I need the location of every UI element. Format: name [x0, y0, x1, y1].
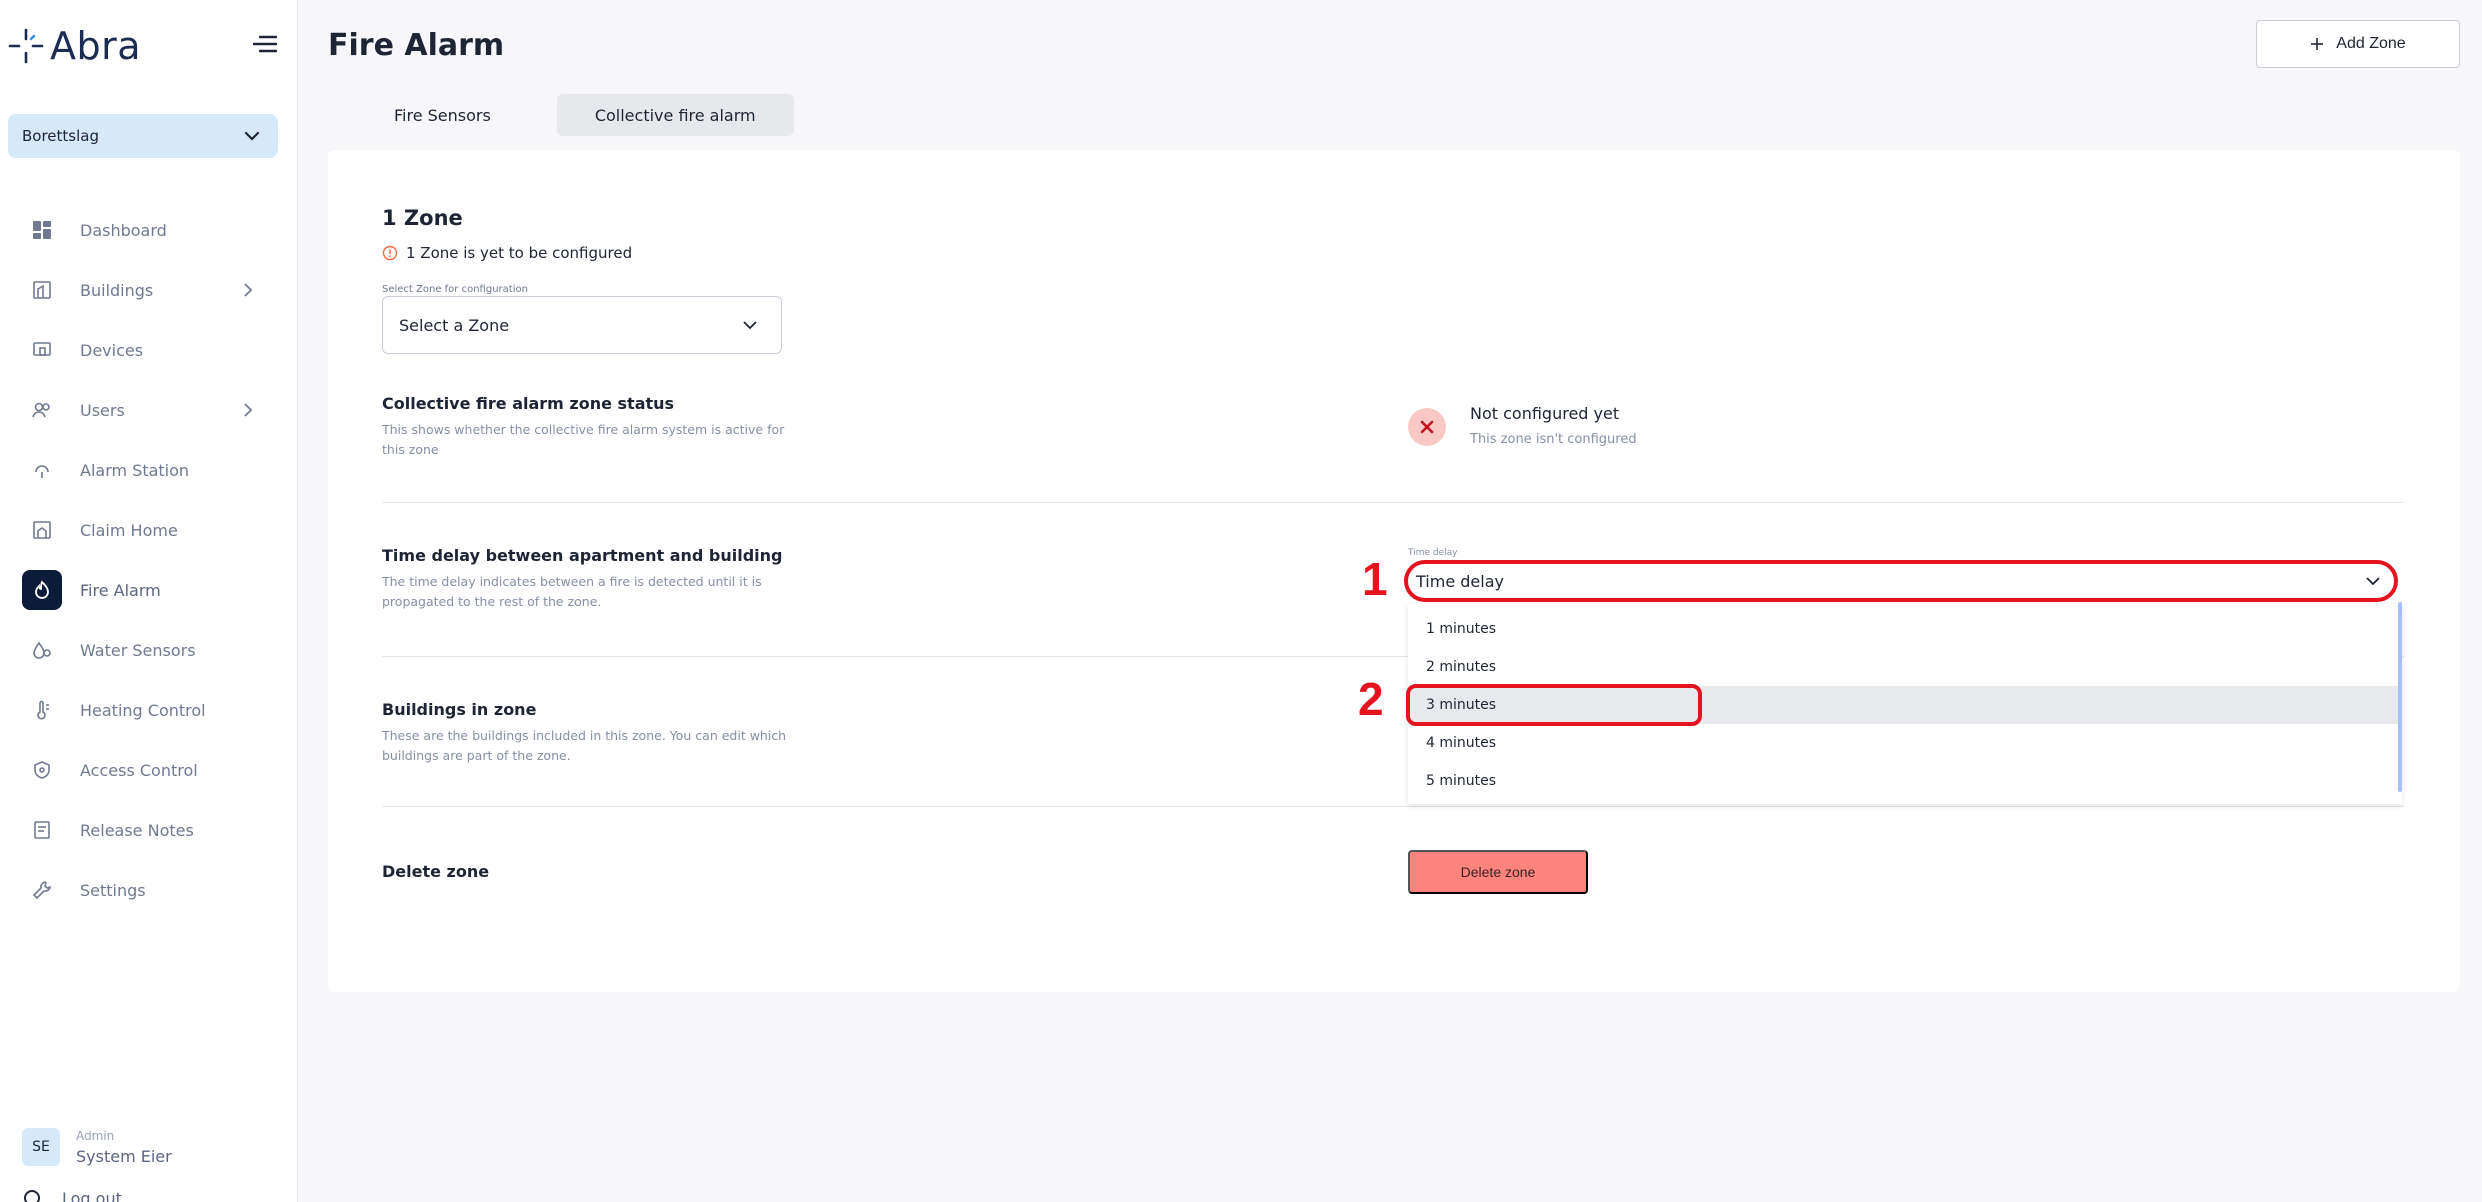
sidebar-item-buildings[interactable]: Buildings	[0, 260, 298, 320]
annotation-step-2: 2	[1358, 673, 1384, 725]
dropdown-scrollbar[interactable]	[2398, 602, 2402, 792]
zone-config-card: 1 Zone 1 Zone is yet to be configured Se…	[328, 150, 2460, 992]
sidebar-item-label: Release Notes	[80, 820, 194, 840]
tab-bar: Fire Sensors Collective fire alarm	[360, 94, 794, 136]
building-icon	[30, 278, 54, 302]
sidebar-item-label: Settings	[80, 880, 146, 900]
user-name: System Eier	[76, 1146, 172, 1166]
tab-collective-fire-alarm[interactable]: Collective fire alarm	[556, 94, 794, 136]
sidebar-item-access-control[interactable]: Access Control	[0, 740, 298, 800]
sidebar-item-settings[interactable]: Settings	[0, 860, 298, 920]
alarm-station-icon	[30, 458, 54, 482]
logout-label: Log out	[62, 1188, 122, 1202]
buildings-in-zone-description: These are the buildings included in this…	[382, 728, 787, 763]
time-delay-field-label: Time delay	[1408, 548, 1458, 558]
sidebar-item-label: Access Control	[80, 760, 198, 780]
sidebar-item-label: Heating Control	[80, 700, 206, 720]
sidebar-item-claim-home[interactable]: Claim Home	[0, 500, 298, 560]
zone-status-description: This shows whether the collective fire a…	[382, 422, 785, 457]
zone-count-title: 1 Zone	[382, 206, 463, 230]
sidebar-item-label: Water Sensors	[80, 640, 196, 660]
zone-warning-text: 1 Zone is yet to be configured	[406, 244, 633, 262]
chevron-down-icon	[244, 131, 260, 141]
status-subtitle: This zone isn't configured	[1470, 432, 1637, 447]
sidebar-item-devices[interactable]: Devices	[0, 320, 298, 380]
sidebar-item-water-sensors[interactable]: Water Sensors	[0, 620, 298, 680]
thermometer-icon	[30, 698, 54, 722]
avatar: SE	[22, 1128, 60, 1166]
delete-zone-title: Delete zone	[382, 862, 490, 881]
sidebar-item-release-notes[interactable]: Release Notes	[0, 800, 298, 860]
user-role: Admin	[76, 1128, 115, 1143]
zone-select[interactable]: Select a Zone	[382, 296, 782, 354]
zone-status-title: Collective fire alarm zone status	[382, 394, 675, 413]
divider	[382, 502, 2404, 503]
organization-name: Borettslag	[22, 127, 99, 145]
sidebar-item-alarm-station[interactable]: Alarm Station	[0, 440, 298, 500]
logo-text: Abra	[50, 24, 142, 68]
menu-toggle-icon[interactable]	[252, 32, 278, 56]
logout-button[interactable]: Log out	[22, 1188, 122, 1202]
time-delay-value: Time delay	[1416, 571, 1504, 591]
chevron-down-icon	[2366, 576, 2380, 585]
fire-icon	[22, 570, 62, 610]
status-title: Not configured yet	[1470, 404, 1620, 423]
zone-warning: 1 Zone is yet to be configured	[382, 244, 632, 262]
sidebar-item-label: Dashboard	[80, 220, 167, 240]
abra-logo[interactable]: Abra	[8, 22, 141, 70]
zone-select-label: Select Zone for configuration	[382, 284, 528, 295]
time-delay-select[interactable]: Time delay	[1404, 560, 2398, 602]
sidebar-item-dashboard[interactable]: Dashboard	[0, 200, 298, 260]
water-icon	[30, 638, 54, 662]
sidebar-item-label: Claim Home	[80, 520, 178, 540]
annotation-highlight-box	[1406, 684, 1702, 726]
sidebar-item-label: Fire Alarm	[80, 580, 161, 600]
dropdown-option-2-minutes[interactable]: 2 minutes	[1408, 648, 2402, 686]
time-delay-description: The time delay indicates between a fire …	[382, 574, 762, 609]
logout-icon	[24, 1190, 40, 1202]
sidebar: Abra Borettslag Dashboard Buildings Devi…	[0, 0, 298, 1202]
divider	[382, 806, 2404, 807]
page-title: Fire Alarm	[328, 28, 505, 63]
notes-icon	[30, 818, 54, 842]
not-configured-icon	[1408, 408, 1446, 446]
home-icon	[30, 518, 54, 542]
chevron-right-icon	[244, 283, 253, 297]
sidebar-nav: Dashboard Buildings Devices Users Alarm …	[0, 200, 298, 920]
wrench-icon	[30, 878, 54, 902]
sidebar-item-label: Alarm Station	[80, 460, 190, 480]
sidebar-item-fire-alarm[interactable]: Fire Alarm	[0, 560, 298, 620]
organization-select[interactable]: Borettslag	[8, 114, 278, 158]
time-delay-title: Time delay between apartment and buildin…	[382, 546, 783, 565]
dropdown-option-1-minute[interactable]: 1 minutes	[1408, 610, 2402, 648]
add-zone-button[interactable]: Add Zone	[2256, 20, 2460, 68]
users-icon	[30, 398, 54, 422]
tab-fire-sensors[interactable]: Fire Sensors	[360, 94, 525, 136]
sidebar-item-heating-control[interactable]: Heating Control	[0, 680, 298, 740]
sidebar-item-label: Devices	[80, 340, 144, 360]
buildings-in-zone-title: Buildings in zone	[382, 700, 537, 719]
devices-icon	[30, 338, 54, 362]
shield-icon	[30, 758, 54, 782]
sidebar-item-users[interactable]: Users	[0, 380, 298, 440]
annotation-step-1: 1	[1362, 553, 1388, 605]
chevron-right-icon	[244, 403, 253, 417]
dropdown-option-4-minutes[interactable]: 4 minutes	[1408, 724, 2402, 762]
plus-icon	[2311, 38, 2324, 50]
add-zone-label: Add Zone	[2336, 35, 2406, 52]
delete-zone-button[interactable]: Delete zone	[1408, 850, 1588, 894]
abra-logo-icon	[8, 28, 44, 64]
warning-info-icon	[382, 245, 398, 261]
sidebar-item-label: Buildings	[80, 280, 154, 300]
dropdown-option-5-minutes[interactable]: 5 minutes	[1408, 762, 2402, 800]
sidebar-item-label: Users	[80, 400, 125, 420]
user-profile[interactable]: SE Admin System Eier	[22, 1128, 172, 1166]
zone-select-value: Select a Zone	[399, 315, 510, 335]
dashboard-icon	[30, 218, 54, 242]
chevron-down-icon	[743, 320, 757, 329]
